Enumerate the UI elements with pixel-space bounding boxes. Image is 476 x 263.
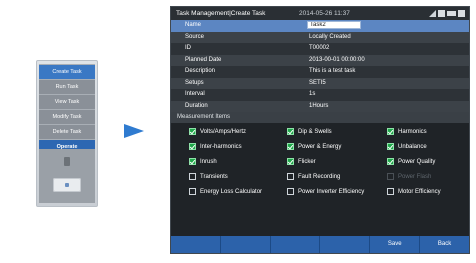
row-value: This is a test task [309,68,356,74]
checkbox-icon [287,173,294,180]
row-duration[interactable]: Duration 1Hours [171,100,469,112]
row-value: 1Hours [309,102,329,109]
checkbox-label: Fault Recording [298,174,341,180]
battery-icon [447,11,456,16]
device-menu: Create Task Run Task View Task Modify Ta… [39,64,95,154]
row-description[interactable]: Description This is a test task [171,66,469,78]
pen-icon [438,10,445,17]
menu-item-view-task[interactable]: View Task [39,94,95,109]
row-value: T00002 [309,45,330,51]
select-dot-icon [65,183,69,187]
device-select-button[interactable] [53,178,81,192]
checkbox-icon [287,143,294,150]
row-label: ID [185,45,191,51]
checkbox-label: Power Quality [398,159,436,165]
checkbox-icon [387,143,394,150]
function-bar: Save Back [171,236,469,253]
row-setups[interactable]: Setups SETI5 [171,77,469,89]
row-label: Planned Date [185,56,222,63]
checkbox-icon [189,158,196,165]
checkbox-icon [189,128,196,135]
checkbox-icon [287,128,294,135]
function-key-1[interactable] [171,236,221,253]
datetime-readout: 2014-05-26 11:37 [299,10,350,17]
checkbox-label: Motor Efficiency [398,189,441,195]
save-button[interactable]: Save [370,236,421,253]
checkbox-icon [189,143,196,150]
title-bar: Task Management|Create Task 2014-05-26 1… [171,7,469,20]
storage-icon [458,10,465,17]
checkbox-icon [387,188,394,195]
screen-title: Task Management|Create Task [176,10,266,17]
checkbox-label: Flicker [298,159,316,165]
back-button[interactable]: Back [420,236,469,253]
row-planned-date[interactable]: Planned Date 2013-00-01 00:00:00 [171,54,469,66]
function-key-2[interactable] [221,236,271,253]
measurement-section-header: Measurement Items [171,112,469,123]
row-label: Description [185,68,216,74]
arrow-right-icon [124,124,144,138]
checkbox-label: Unbalance [398,144,427,150]
menu-item-create-task[interactable]: Create Task [39,64,95,79]
checkbox-label: Energy Loss Calculator [200,189,263,195]
function-key-3[interactable] [271,236,321,253]
name-field[interactable] [307,21,361,29]
device-control-area [39,149,95,203]
row-name: Name [171,20,469,32]
checkbox-label: Power Flash [398,174,432,180]
task-screen: Task Management|Create Task 2014-05-26 1… [170,6,470,254]
menu-item-delete-task[interactable]: Delete Task [39,124,95,139]
device-slot [64,157,70,166]
checkbox-label: Transients [200,174,228,180]
checkbox-label: Power & Energy [298,144,342,150]
checkbox-label: Inrush [200,159,217,165]
row-value: SETI5 [309,79,326,86]
section-title: Measurement Items [177,114,231,120]
row-interval[interactable]: Interval 1s [171,89,469,101]
signal-icon [429,10,436,17]
row-id[interactable]: ID T00002 [171,43,469,55]
row-value: 2013-00-01 00:00:00 [309,56,365,63]
checkbox-label: Volts/Amps/Hertz [200,129,247,135]
menu-item-modify-task[interactable]: Modify Task [39,109,95,124]
checkbox-icon [387,128,394,135]
checkbox-label: Inter-harmonics [200,144,242,150]
row-value: Locally Created [309,33,351,40]
row-label: Setups [185,79,204,86]
checkbox-label: Power Inverter Efficiency [298,189,365,195]
checkbox-label: Dip & Swells [298,129,332,135]
row-value: 1s [309,91,316,97]
checkbox-icon [189,173,196,180]
name-label: Name [185,22,202,28]
row-label: Source [185,33,205,40]
device-panel: Create Task Run Task View Task Modify Ta… [36,60,98,207]
checkbox-icon [387,158,394,165]
checkbox-label: Harmonics [398,129,427,135]
row-label: Interval [185,91,205,97]
checkbox-icon [287,158,294,165]
function-key-4[interactable] [320,236,371,253]
row-source[interactable]: Source Locally Created [171,31,469,43]
checkbox-icon [387,173,394,180]
status-icons [429,9,465,18]
checkbox-icon [189,188,196,195]
menu-item-run-task[interactable]: Run Task [39,79,95,94]
checkbox-icon [287,188,294,195]
row-label: Duration [185,102,208,109]
